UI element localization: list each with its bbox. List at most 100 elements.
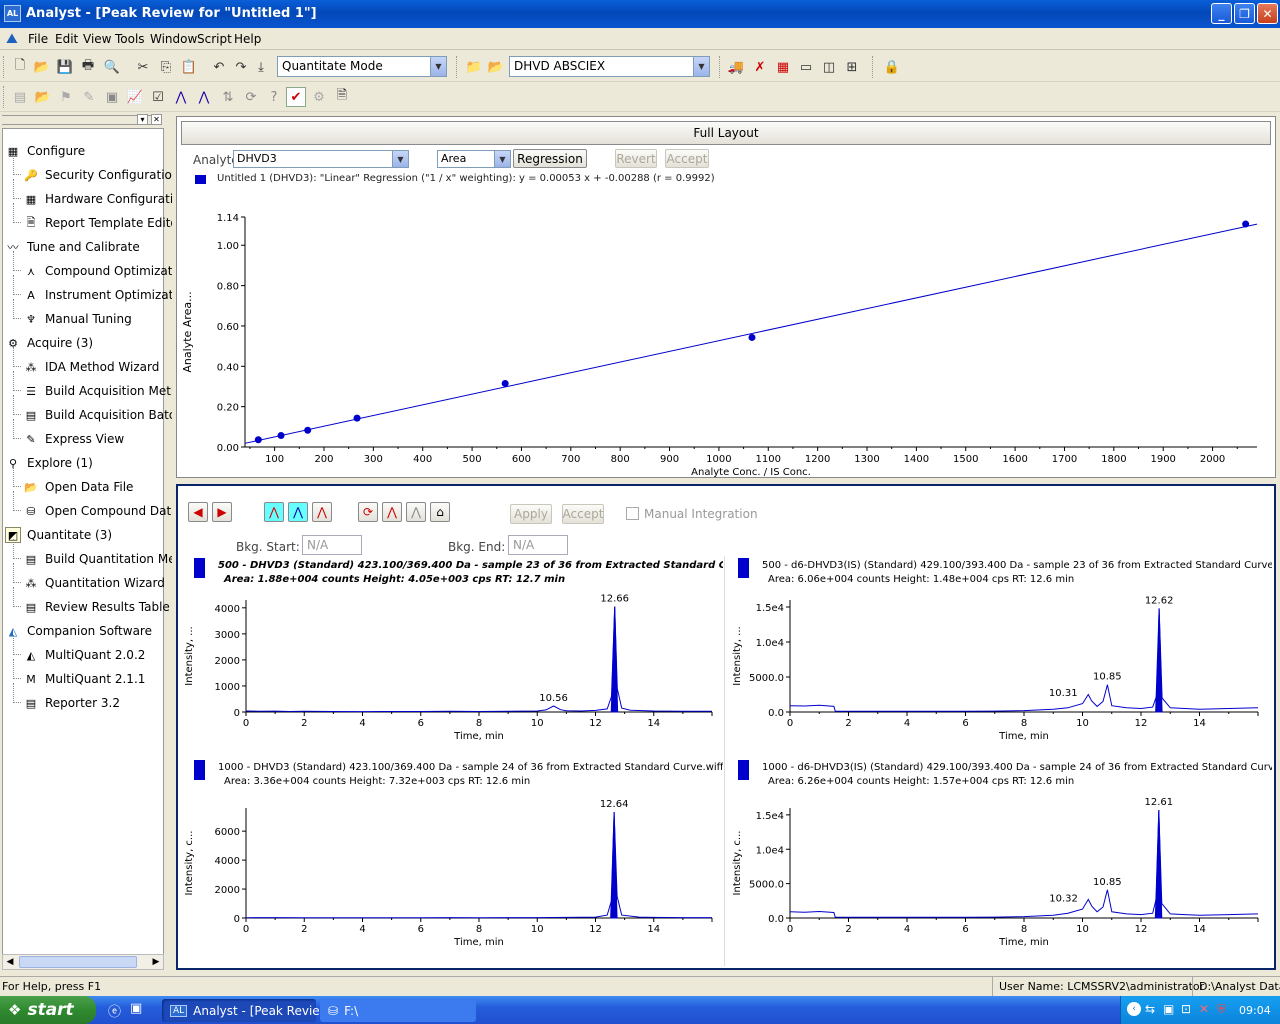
- sidebar-item-build-acquisition-meth[interactable]: ☰ Build Acquisition Meth...: [23, 379, 190, 403]
- window-icon[interactable]: ▭: [796, 57, 816, 77]
- analyte-select[interactable]: DHVD3 ▼: [233, 150, 409, 168]
- review-check-icon[interactable]: ✔: [286, 87, 306, 107]
- mode-select[interactable]: Quantitate Mode ▼: [277, 56, 447, 77]
- show-peaks-icon[interactable]: ⋀: [264, 502, 284, 522]
- previous-sample-icon[interactable]: ◀: [188, 502, 208, 522]
- open-folder-icon[interactable]: 📂: [32, 57, 52, 77]
- accept-button[interactable]: Accept: [665, 149, 709, 168]
- download-icon[interactable]: ⤓: [251, 57, 271, 77]
- update-icon[interactable]: ⟳: [241, 87, 261, 107]
- tray-alert-icon[interactable]: ✕: [1199, 1002, 1209, 1016]
- tile-window-icon[interactable]: ⊞: [842, 57, 862, 77]
- start-button[interactable]: ❖ start: [0, 996, 96, 1024]
- stats-icon[interactable]: ✎: [79, 87, 99, 107]
- metric-select[interactable]: Area ▼: [437, 150, 511, 168]
- report-icon[interactable]: 🗎: [332, 87, 352, 107]
- app-icon[interactable]: AL: [4, 5, 21, 22]
- menu-view[interactable]: View: [83, 32, 111, 46]
- peak-review-icon[interactable]: ⋀: [194, 87, 214, 107]
- project-folder-icon[interactable]: 📁: [464, 57, 484, 77]
- tray-monitor-icon[interactable]: ▣: [1163, 1002, 1174, 1016]
- full-layout-button[interactable]: Full Layout: [181, 121, 1271, 145]
- scroll-left-icon[interactable]: ◀: [3, 955, 17, 969]
- print-icon[interactable]: 🖶: [78, 57, 98, 77]
- metric-plot-icon[interactable]: ▣: [102, 87, 122, 107]
- sidebar-item-manual-tuning[interactable]: ♆ Manual Tuning: [23, 307, 132, 331]
- multi-peak-icon[interactable]: ⋀: [406, 502, 426, 522]
- menu-edit[interactable]: Edit: [55, 32, 78, 46]
- copy-icon[interactable]: ⎘: [156, 57, 176, 77]
- scroll-thumb[interactable]: [19, 956, 137, 968]
- sidebar-close-icon[interactable]: ✕: [151, 114, 162, 125]
- sidebar-item-instrument-optimization[interactable]: A Instrument Optimization: [23, 283, 191, 307]
- bkg-end-input[interactable]: N/A: [508, 535, 568, 555]
- calendar-icon[interactable]: ▦: [773, 57, 793, 77]
- chevron-down-icon[interactable]: ▼: [494, 151, 510, 167]
- lock-icon[interactable]: 🔒: [882, 57, 902, 77]
- settings-icon[interactable]: ⚙: [309, 87, 329, 107]
- apply-button[interactable]: Apply: [510, 504, 552, 524]
- manual-integration-checkbox[interactable]: [626, 507, 639, 520]
- minimize-button[interactable]: _: [1211, 3, 1232, 24]
- truck-icon[interactable]: 🚚: [726, 57, 746, 77]
- calibration-icon[interactable]: ☑: [148, 87, 168, 107]
- sidebar-item-security-configuration[interactable]: 🔑 Security Configuration: [23, 163, 179, 187]
- sidebar-item-open-data-file[interactable]: 📂 Open Data File: [23, 475, 133, 499]
- tray-shield-icon[interactable]: ⛨: [1217, 1002, 1226, 1017]
- table-icon[interactable]: ▤: [10, 87, 30, 107]
- query-icon[interactable]: ?: [264, 87, 284, 107]
- menu-script[interactable]: Script: [197, 32, 232, 46]
- undo-icon[interactable]: ↶: [209, 57, 229, 77]
- task-analyst[interactable]: AL Analyst - [Peak Revie...: [162, 999, 331, 1022]
- mdi-app-icon[interactable]: ⛰: [6, 31, 22, 47]
- sidebar-item-reporter-3-2[interactable]: ▤ Reporter 3.2: [23, 691, 120, 715]
- new-icon[interactable]: 🗋: [10, 57, 30, 77]
- revert-button[interactable]: Revert: [615, 149, 657, 168]
- menu-window[interactable]: Window: [150, 32, 197, 46]
- cancel-icon[interactable]: ✗: [750, 57, 770, 77]
- save-icon[interactable]: 💾: [55, 57, 75, 77]
- sidebar-item-quantitate-3[interactable]: ◩ Quantitate (3): [5, 523, 113, 547]
- sidebar-item-review-results-table[interactable]: ▤ Review Results Table: [23, 595, 170, 619]
- sidebar-item-hardware-configuration[interactable]: ▦ Hardware Configuration: [23, 187, 188, 211]
- sidebar-item-report-template-editor[interactable]: 🗎 Report Template Editor: [23, 211, 183, 235]
- chevron-down-icon[interactable]: ▼: [430, 57, 446, 76]
- ie-icon[interactable]: ⓔ: [108, 1001, 126, 1020]
- task-folder[interactable]: ⛁ F:\: [320, 999, 476, 1022]
- cut-icon[interactable]: ✂: [133, 57, 153, 77]
- menu-file[interactable]: File: [28, 32, 48, 46]
- tray-network-icon[interactable]: ⇆: [1145, 1002, 1155, 1016]
- show-is-peaks-icon[interactable]: ⋀: [288, 502, 308, 522]
- peak-options-icon[interactable]: ⋀: [312, 502, 332, 522]
- sidebar-item-companion-software[interactable]: ◭ Companion Software: [5, 619, 152, 643]
- bkg-start-input[interactable]: N/A: [302, 535, 362, 555]
- home-icon[interactable]: ⌂: [430, 502, 450, 522]
- menu-help[interactable]: Help: [234, 32, 261, 46]
- sidebar-scrollbar[interactable]: ◀ ▶: [2, 954, 164, 970]
- chevron-down-icon[interactable]: ▼: [392, 151, 408, 167]
- peak-accept-button[interactable]: Accept: [562, 504, 604, 524]
- close-button[interactable]: ✕: [1257, 3, 1278, 24]
- sidebar-item-quantitation-wizard[interactable]: ⁂ Quantitation Wizard: [23, 571, 165, 595]
- scroll-right-icon[interactable]: ▶: [149, 955, 163, 969]
- tray-expand-icon[interactable]: ‹: [1127, 1002, 1141, 1016]
- chevron-down-icon[interactable]: ▼: [693, 57, 709, 76]
- desktop-icon[interactable]: ▣: [130, 1001, 148, 1019]
- flag-icon[interactable]: ⚑: [56, 87, 76, 107]
- project-open-icon[interactable]: 📂: [486, 57, 506, 77]
- sidebar-item-ida-method-wizard[interactable]: ⁂ IDA Method Wizard: [23, 355, 160, 379]
- sidebar-item-multiquant-2-1-1[interactable]: M MultiQuant 2.1.1: [23, 667, 145, 691]
- refresh-icon[interactable]: ⟳: [358, 502, 378, 522]
- sort-icon[interactable]: ⇅: [218, 87, 238, 107]
- next-sample-icon[interactable]: ▶: [212, 502, 232, 522]
- print-preview-icon[interactable]: 🔍: [102, 57, 122, 77]
- redo-icon[interactable]: ↷: [231, 57, 251, 77]
- menu-tools[interactable]: Tools: [115, 32, 145, 46]
- open-results-icon[interactable]: 📂: [33, 87, 53, 107]
- sidebar-item-build-acquisition-batch[interactable]: ▤ Build Acquisition Batch: [23, 403, 183, 427]
- paste-icon[interactable]: 📋: [179, 57, 199, 77]
- sidebar-item-express-view[interactable]: ✎ Express View: [23, 427, 124, 451]
- sidebar-menu-icon[interactable]: ▾: [137, 114, 148, 125]
- sidebar-item-compound-optimization[interactable]: ⋏ Compound Optimization: [23, 259, 191, 283]
- sidebar-item-build-quantitation-met[interactable]: ▤ Build Quantitation Met...: [23, 547, 192, 571]
